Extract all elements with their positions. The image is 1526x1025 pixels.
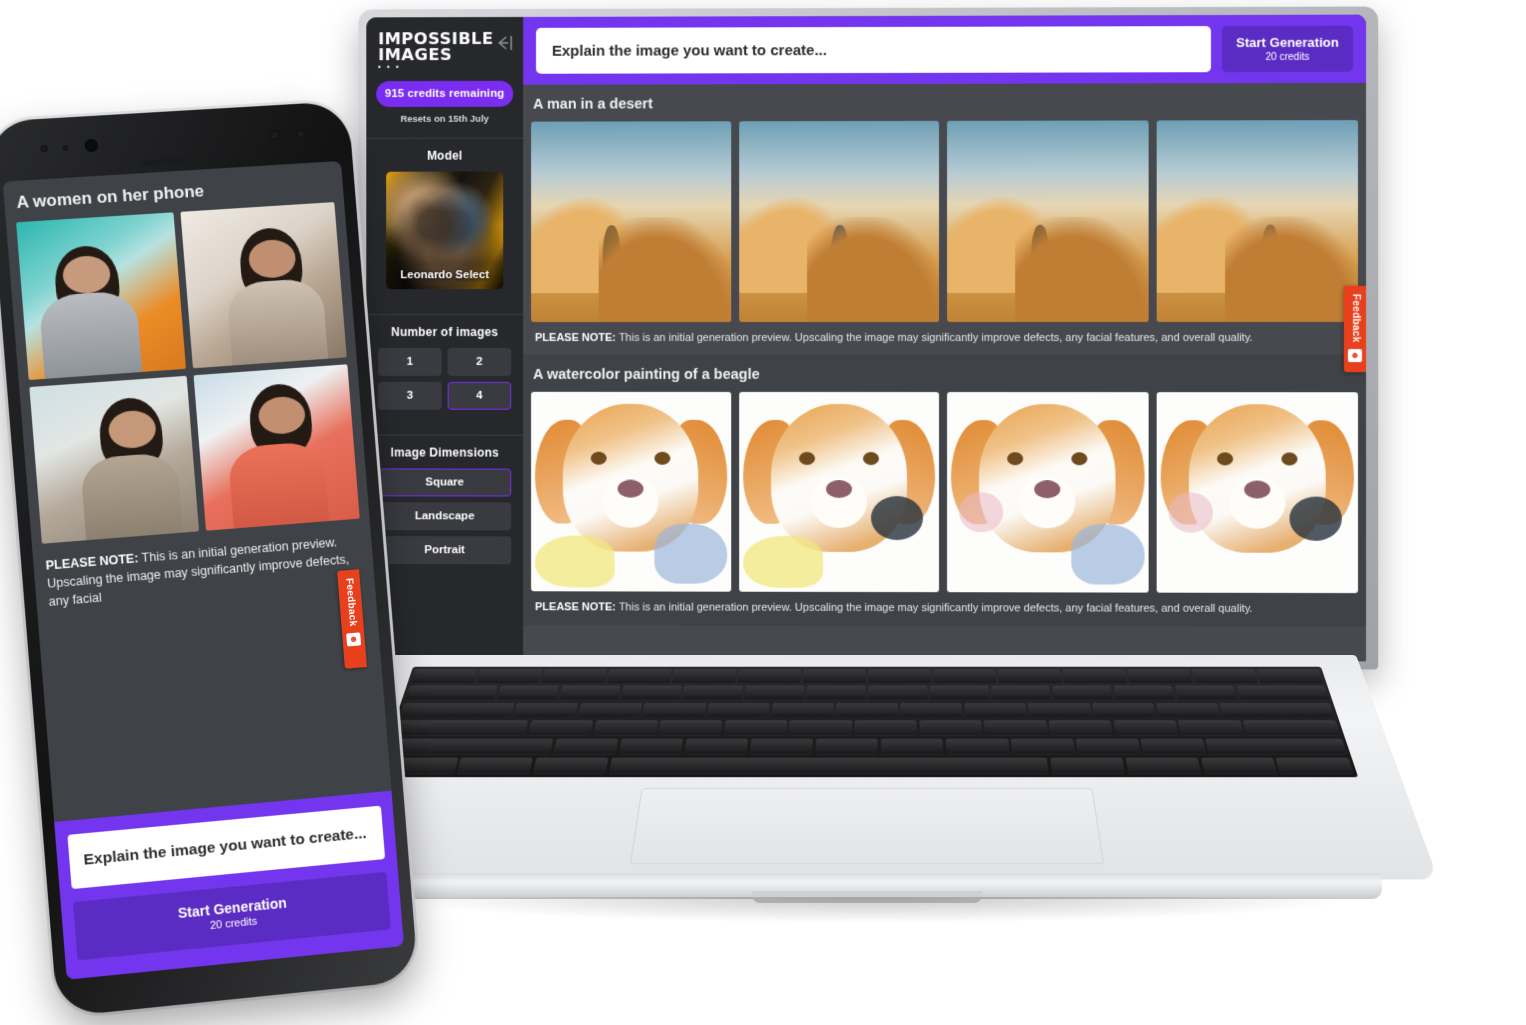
- app-logo: IMPOSSIBLE IMAGES ▪ ▪ ▪: [378, 29, 493, 72]
- image-dimensions-section: Image Dimensions Square Landscape Portra…: [366, 435, 523, 576]
- phone-thumbnail-grid: [6, 201, 370, 544]
- feedback-smiley-icon: ☻: [1347, 348, 1363, 362]
- model-thumbnail-leonardo-select[interactable]: Leonardo Select: [386, 171, 504, 289]
- credits-area: 915 credits remaining Resets on 15th Jul…: [366, 78, 523, 124]
- note-prefix: PLEASE NOTE:: [535, 601, 616, 614]
- phone-prompt-bar: Explain the image you want to create... …: [54, 790, 404, 980]
- feedback-smiley-icon: ☻: [346, 631, 362, 647]
- phone-note-body: This is an initial generation preview. U…: [46, 535, 350, 609]
- laptop-device: IMPOSSIBLE IMAGES ▪ ▪ ▪ 915 credits rema…: [356, 6, 1379, 670]
- note-body: This is an initial generation preview. U…: [615, 601, 1253, 616]
- result-note: PLEASE NOTE: This is an initial generati…: [531, 592, 1358, 619]
- result-image-desert-3[interactable]: [947, 120, 1149, 322]
- phone-earpiece-speaker: [141, 156, 204, 167]
- number-of-images-options: 1 2 3 4: [378, 347, 512, 410]
- dimension-option-square[interactable]: Square: [378, 467, 512, 497]
- promo-composite: IMPOSSIBLE IMAGES ▪ ▪ ▪ 915 credits rema…: [0, 0, 1526, 1025]
- result-block-beagle: A watercolor painting of a beagle PLEASE…: [523, 354, 1367, 627]
- main-panel: Explain the image you want to create... …: [523, 14, 1367, 662]
- keyboard-row: [410, 669, 1324, 684]
- laptop-deck: [295, 655, 1439, 880]
- result-image-desert-2[interactable]: [738, 120, 940, 322]
- result-image-beagle-2[interactable]: [738, 391, 940, 593]
- brand-line-2: IMAGES: [378, 44, 453, 64]
- prompt-input[interactable]: Explain the image you want to create...: [536, 26, 1211, 74]
- phone-image-woman-2[interactable]: [179, 202, 347, 368]
- keyboard-row: [380, 757, 1354, 774]
- brand-dots: ▪ ▪ ▪: [378, 62, 401, 72]
- phone-sensor-dot: [269, 129, 280, 141]
- model-section-title: Model: [426, 148, 463, 163]
- note-body: This is an initial generation preview. U…: [615, 331, 1253, 344]
- phone-sensor-dot: [295, 129, 306, 139]
- num-images-option-4[interactable]: 4: [447, 381, 512, 410]
- feedback-tab-label: Feedback: [343, 577, 359, 627]
- feedback-tab-laptop[interactable]: Feedback ☻: [1343, 285, 1367, 373]
- note-prefix: PLEASE NOTE:: [535, 331, 616, 344]
- phone-front-camera-icon: [84, 138, 99, 153]
- phone-body: A women on her phone PLEASE NOTE: This i…: [0, 100, 419, 1018]
- brand-row: IMPOSSIBLE IMAGES ▪ ▪ ▪: [366, 17, 523, 79]
- num-images-option-2[interactable]: 2: [447, 347, 512, 376]
- phone-image-woman-1[interactable]: [16, 212, 186, 380]
- result-image-desert-4[interactable]: [1156, 120, 1358, 322]
- keyboard-row: [386, 738, 1348, 755]
- dimension-option-landscape[interactable]: Landscape: [378, 501, 512, 530]
- laptop-lid: IMPOSSIBLE IMAGES ▪ ▪ ▪ 915 credits rema…: [358, 6, 1379, 670]
- result-image-desert-1[interactable]: [531, 121, 731, 322]
- model-section: Model Leonardo Select: [366, 138, 523, 301]
- result-note: PLEASE NOTE: This is an initial generati…: [531, 321, 1358, 346]
- image-dimensions-title: Image Dimensions: [390, 445, 499, 460]
- sidebar: IMPOSSIBLE IMAGES ▪ ▪ ▪ 915 credits rema…: [366, 16, 524, 660]
- dimension-option-portrait[interactable]: Portrait: [378, 535, 512, 564]
- keyboard-row: [398, 703, 1336, 719]
- num-images-option-1[interactable]: 1: [378, 347, 442, 376]
- start-generation-label: Start Generation: [1236, 34, 1339, 51]
- keyboard-row: [392, 720, 1342, 737]
- prompt-bar: Explain the image you want to create... …: [523, 14, 1367, 85]
- start-generation-button[interactable]: Start Generation 20 credits: [1222, 25, 1353, 73]
- phone-sensor-dot: [40, 144, 48, 153]
- result-thumbnail-row: [531, 391, 1358, 594]
- image-dimensions-options: Square Landscape Portrait: [378, 467, 512, 564]
- result-image-beagle-4[interactable]: [1156, 391, 1358, 594]
- result-title: A watercolor painting of a beagle: [533, 366, 760, 383]
- number-of-images-section: Number of images 1 2 3 4: [366, 315, 523, 422]
- result-title: A man in a desert: [533, 96, 653, 113]
- collapse-sidebar-icon[interactable]: [494, 34, 516, 57]
- num-images-option-3[interactable]: 3: [378, 381, 442, 410]
- number-of-images-title: Number of images: [391, 324, 499, 339]
- model-name-label: Leonardo Select: [400, 268, 490, 281]
- laptop-base: [295, 655, 1439, 930]
- phone-image-woman-4[interactable]: [193, 363, 360, 531]
- phone-start-generation-button[interactable]: Start Generation 20 credits: [72, 871, 391, 961]
- result-thumbnail-row: [531, 120, 1358, 322]
- result-image-beagle-3[interactable]: [947, 391, 1149, 593]
- credits-reset-label: Resets on 15th July: [400, 113, 489, 125]
- trackpad[interactable]: [629, 788, 1105, 865]
- keyboard-row: [404, 685, 1330, 701]
- laptop-screen: IMPOSSIBLE IMAGES ▪ ▪ ▪ 915 credits rema…: [366, 14, 1367, 662]
- keyboard: [376, 666, 1358, 777]
- start-generation-cost: 20 credits: [1265, 51, 1310, 64]
- phone-sensor-dot: [62, 145, 69, 151]
- feedback-tab-label: Feedback: [1349, 293, 1361, 343]
- phone-image-woman-3[interactable]: [29, 375, 199, 544]
- result-image-beagle-1[interactable]: [531, 391, 731, 592]
- credits-remaining-badge[interactable]: 915 credits remaining: [376, 80, 514, 107]
- laptop-shadow: [382, 897, 1362, 923]
- result-block-desert: A man in a desert PLEASE NOTE: This is a…: [523, 83, 1366, 355]
- phone-device: A women on her phone PLEASE NOTE: This i…: [0, 100, 419, 1018]
- results-list: A man in a desert PLEASE NOTE: This is a…: [523, 83, 1367, 662]
